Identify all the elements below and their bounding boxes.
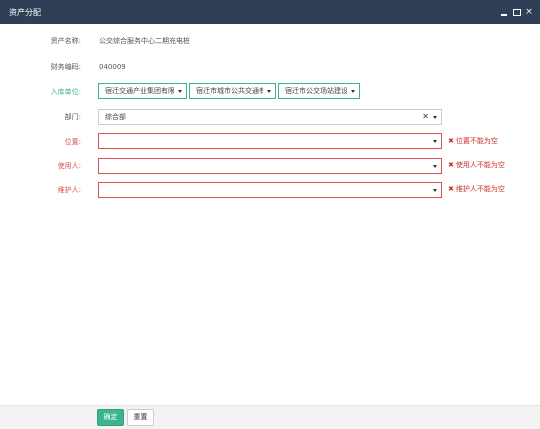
title-bar: 资产分配 × (0, 0, 540, 24)
department-label: 部门: (64, 113, 81, 121)
asset-name-value: 公交综合服务中心二期充电桩 (99, 37, 190, 45)
chevron-down-icon (267, 90, 271, 93)
reset-button[interactable]: 重置 (127, 409, 154, 426)
footer-bar (0, 405, 540, 429)
location-error-text: 位置不能为空 (455, 137, 498, 145)
chevron-down-icon (433, 116, 437, 119)
storage-unit-select-1[interactable]: 宿迁交通产业集团有限公 (98, 83, 187, 99)
chevron-down-icon (433, 165, 437, 168)
window-title: 资产分配 (9, 8, 41, 17)
error-icon: ✖ (448, 161, 454, 169)
user-select[interactable] (98, 158, 442, 174)
maintainer-label: 维护人: (57, 186, 81, 194)
location-label: 位置: (64, 138, 81, 146)
error-icon: ✖ (448, 185, 454, 193)
maintainer-select[interactable] (98, 182, 442, 198)
maximize-icon[interactable] (512, 8, 521, 16)
error-icon: ✖ (448, 137, 454, 145)
storage-unit-select-3[interactable]: 宿迁市公交场站建设发 (278, 83, 360, 99)
clear-icon[interactable]: ✕ (422, 110, 429, 124)
user-label: 使用人: (57, 162, 81, 170)
department-select-value: 综合部 (105, 113, 126, 121)
finance-code-label: 财务编码: (50, 63, 81, 71)
asset-name-label: 资产名称: (50, 37, 81, 45)
maintainer-error-text: 维护人不能为空 (455, 185, 505, 193)
location-select[interactable] (98, 133, 442, 149)
confirm-button[interactable]: 确定 (97, 409, 124, 426)
finance-code-value: 040009 (99, 63, 126, 71)
user-error: ✖ 使用人不能为空 (448, 160, 505, 170)
storage-unit-select-2-value: 宿迁市城市公共交通有限 (196, 87, 263, 95)
chevron-down-icon (433, 189, 437, 192)
storage-unit-label: 入库单位: (50, 88, 81, 96)
close-icon[interactable]: × (525, 8, 533, 17)
storage-unit-select-2[interactable]: 宿迁市城市公共交通有限 (189, 83, 276, 99)
minimize-icon[interactable] (500, 8, 508, 16)
maintainer-error: ✖ 维护人不能为空 (448, 184, 505, 194)
storage-unit-select-3-value: 宿迁市公交场站建设发 (285, 87, 347, 95)
chevron-down-icon (178, 90, 182, 93)
user-error-text: 使用人不能为空 (455, 161, 505, 169)
location-error: ✖ 位置不能为空 (448, 136, 498, 146)
chevron-down-icon (433, 140, 437, 143)
chevron-down-icon (351, 90, 355, 93)
department-select[interactable]: 综合部 ✕ (98, 109, 442, 125)
storage-unit-select-1-value: 宿迁交通产业集团有限公 (105, 87, 174, 95)
